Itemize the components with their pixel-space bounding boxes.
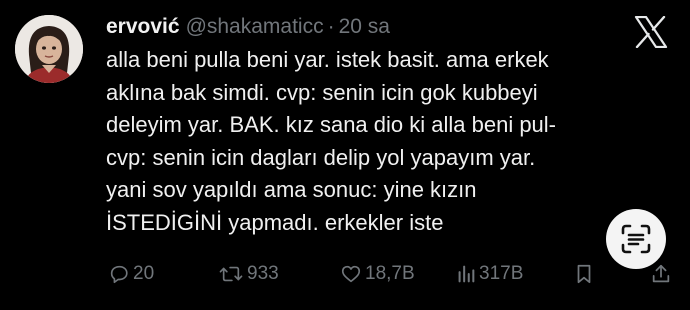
heart-icon: [341, 265, 361, 283]
repost-icon: [219, 266, 243, 282]
tweet-header: ervović @shakamaticc · 20 sa: [106, 12, 390, 42]
avatar[interactable]: [15, 15, 83, 83]
reply-count: 20: [133, 263, 155, 284]
repost-count: 933: [247, 263, 279, 284]
tweet-line: yani sov yapıldı ama sonuc: yine kızın: [106, 177, 477, 202]
action-bar: 20 933 18,7B 317B: [0, 259, 690, 289]
avatar-image: [15, 15, 83, 83]
repost-button[interactable]: 933: [218, 259, 279, 289]
views-button[interactable]: 317B: [456, 259, 523, 289]
tweet-line: İSTEDİGİNİ yapmadı. erkekler iste: [106, 209, 444, 235]
reply-icon: [110, 265, 128, 284]
like-button[interactable]: 18,7B: [340, 259, 415, 289]
tweet-text: alla beni pulla beni yar. istek basit. a…: [106, 44, 676, 239]
share-button[interactable]: [650, 259, 675, 289]
tweet-line: alla beni pulla beni yar. istek basit. a…: [106, 47, 549, 72]
share-icon: [652, 264, 670, 283]
like-count: 18,7B: [365, 263, 415, 284]
bookmark-button[interactable]: [574, 259, 597, 289]
header-separator: ·: [327, 15, 335, 38]
reply-button[interactable]: 20: [108, 259, 154, 289]
tweet-line: aklına bak simdi. cvp: senin icin gok ku…: [106, 79, 538, 105]
tweet-line: cvp: senin icin dagları delip yol yapayı…: [106, 144, 536, 170]
author-name[interactable]: ervović: [106, 12, 180, 42]
tweet-line: deleyim yar. BAK. kız sana dio ki alla b…: [106, 112, 557, 137]
bookmark-icon: [577, 264, 591, 284]
views-icon: [458, 265, 475, 283]
author-handle[interactable]: @shakamaticc: [186, 12, 324, 42]
text-scan-icon: [621, 224, 651, 254]
tweet-time[interactable]: 20 sa: [339, 12, 390, 42]
views-count: 317B: [479, 263, 524, 284]
